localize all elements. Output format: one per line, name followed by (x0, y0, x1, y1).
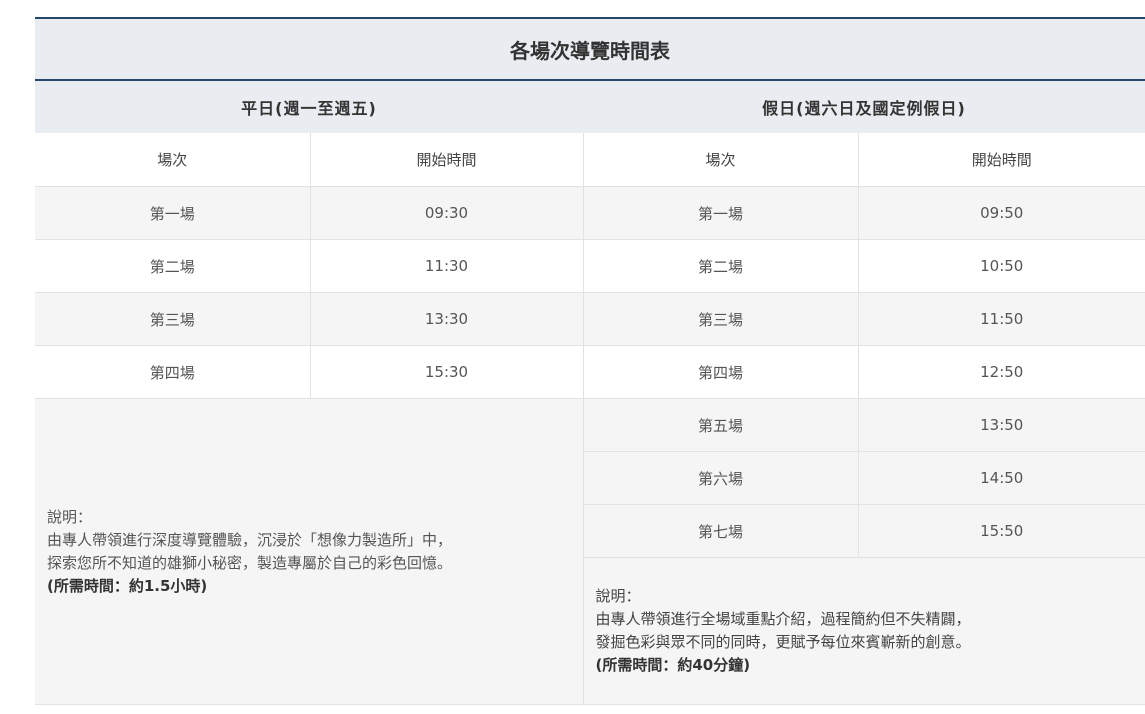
holiday-note: 說明： 由專人帶領進行全場域重點介紹，過程簡約但不失精闢， 發掘色彩與眾不同的同… (582, 557, 1145, 705)
table-row: 說明： 由專人帶領進行深度導覽體驗，沉浸於「想像力製造所」中， 探索您所不知道的… (35, 398, 1145, 705)
tour-schedule-table: 各場次導覽時間表 平日(週一至週五) 假日(週六日及國定例假日) 場次 開始時間… (35, 17, 1145, 705)
weekday-time-cell: 11:30 (309, 239, 583, 293)
weekday-note-duration: (所需時間：約1.5小時) (47, 576, 208, 595)
weekday-session-cell: 第四場 (35, 345, 310, 399)
title-row: 各場次導覽時間表 (35, 17, 1145, 81)
holiday-session-cell: 第七場 (582, 504, 858, 558)
period-header-row: 平日(週一至週五) 假日(週六日及國定例假日) (35, 80, 1145, 133)
weekday-session-cell: 第一場 (35, 186, 310, 240)
schedule-table-container: 各場次導覽時間表 平日(週一至週五) 假日(週六日及國定例假日) 場次 開始時間… (35, 17, 1145, 705)
holiday-session-cell: 第二場 (582, 239, 858, 293)
holiday-time-col-header: 開始時間 (857, 133, 1145, 187)
table-row: 第四場 15:30 第四場 12:50 (35, 345, 1145, 399)
weekday-note: 說明： 由專人帶領進行深度導覽體驗，沉浸於「想像力製造所」中， 探索您所不知道的… (35, 398, 583, 705)
weekday-time-col-header: 開始時間 (309, 133, 583, 187)
weekday-header: 平日(週一至週五) (35, 80, 583, 133)
holiday-time-cell: 14:50 (857, 451, 1145, 505)
holiday-note-line1: 由專人帶領進行全場域重點介紹，過程簡約但不失精闢， (595, 610, 971, 628)
weekday-time-cell: 09:30 (309, 186, 583, 240)
holiday-time-cell: 13:50 (857, 398, 1145, 452)
table-row: 第二場 11:30 第二場 10:50 (35, 239, 1145, 293)
holiday-time-cell: 12:50 (857, 345, 1145, 399)
holiday-session-cell: 第六場 (582, 451, 858, 505)
weekday-session-cell: 第二場 (35, 239, 310, 293)
holiday-session-cell: 第三場 (582, 292, 858, 346)
holiday-note-label: 說明： (595, 587, 641, 605)
holiday-session-cell: 第一場 (582, 186, 858, 240)
column-header-row: 場次 開始時間 場次 開始時間 (35, 133, 1145, 187)
holiday-note-line2: 發掘色彩與眾不同的同時，更賦予每位來賓嶄新的創意。 (595, 633, 971, 651)
weekday-time-cell: 13:30 (309, 292, 583, 346)
weekday-time-cell: 15:30 (309, 345, 583, 399)
holiday-note-duration: (所需時間：約40分鐘) (595, 656, 751, 674)
weekday-note-line1: 由專人帶領進行深度導覽體驗，沉浸於「想像力製造所」中， (47, 530, 453, 549)
holiday-time-cell: 15:50 (857, 504, 1145, 558)
table-title: 各場次導覽時間表 (35, 17, 1145, 81)
table-row: 第三場 13:30 第三場 11:50 (35, 292, 1145, 346)
weekday-note-label: 說明： (47, 507, 93, 526)
weekday-session-cell: 第三場 (35, 292, 310, 346)
weekday-note-line2: 探索您所不知道的雄獅小秘密，製造專屬於自己的彩色回憶。 (47, 553, 453, 572)
holiday-time-cell: 09:50 (857, 186, 1145, 240)
table-row: 第一場 09:30 第一場 09:50 (35, 186, 1145, 240)
holiday-time-cell: 10:50 (857, 239, 1145, 293)
holiday-header: 假日(週六日及國定例假日) (583, 80, 1145, 133)
weekday-session-col-header: 場次 (35, 133, 310, 187)
holiday-session-col-header: 場次 (582, 133, 858, 187)
holiday-session-cell: 第四場 (582, 345, 858, 399)
holiday-time-cell: 11:50 (857, 292, 1145, 346)
holiday-session-cell: 第五場 (582, 398, 858, 452)
